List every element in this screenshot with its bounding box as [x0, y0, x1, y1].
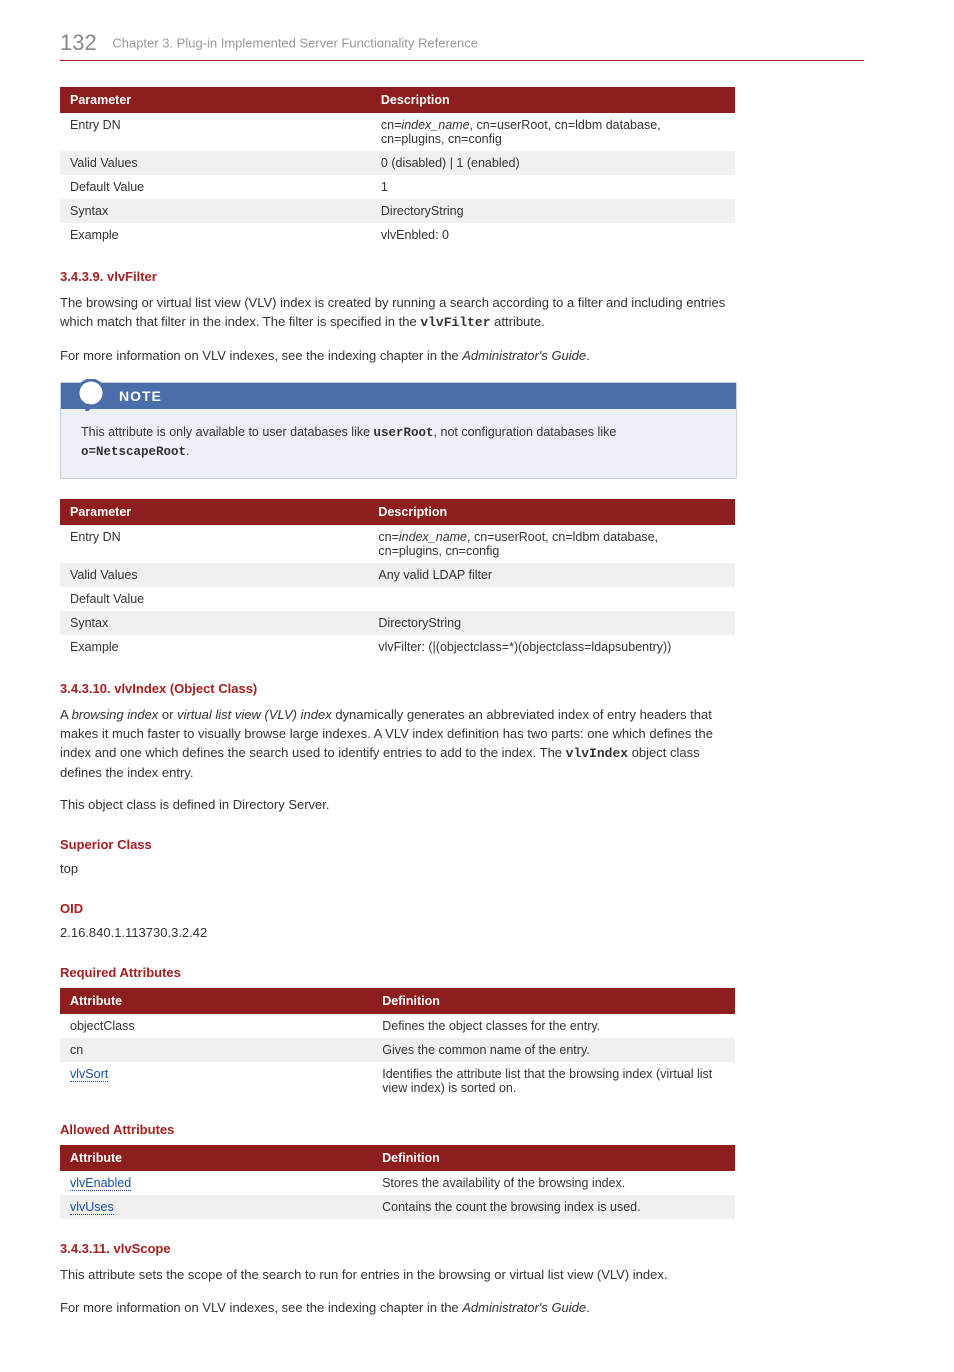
- heading-allowed-attributes: Allowed Attributes: [60, 1122, 864, 1137]
- section-heading-vlvscope: 3.4.3.11. vlvScope: [60, 1241, 864, 1256]
- heading-required-attributes: Required Attributes: [60, 965, 864, 980]
- paragraph: For more information on VLV indexes, see…: [60, 347, 735, 366]
- value-oid: 2.16.840.1.113730.3.2.42: [60, 924, 735, 943]
- cell-param: Example: [60, 635, 368, 659]
- th-attribute: Attribute: [60, 1145, 372, 1171]
- th-definition: Definition: [372, 988, 735, 1014]
- table-row: vlvEnabled Stores the availability of th…: [60, 1171, 735, 1195]
- cell-desc: vlvEnbled: 0: [371, 223, 735, 247]
- cell-desc: 0 (disabled) | 1 (enabled): [371, 151, 735, 175]
- parameter-table-vlvenabled: Parameter Description Entry DN cn=index_…: [60, 87, 735, 247]
- cell-attribute: vlvSort: [60, 1062, 372, 1100]
- cell-param: Entry DN: [60, 525, 368, 563]
- cell-attribute: vlvUses: [60, 1195, 372, 1219]
- cell-desc: 1: [371, 175, 735, 199]
- th-description: Description: [368, 499, 735, 525]
- paragraph: A browsing index or virtual list view (V…: [60, 706, 735, 782]
- heading-oid: OID: [60, 901, 864, 916]
- table-row: cn Gives the common name of the entry.: [60, 1038, 735, 1062]
- cell-desc: cn=index_name, cn=userRoot, cn=ldbm data…: [371, 113, 735, 151]
- cell-attribute: cn: [60, 1038, 372, 1062]
- table-row: Example vlvEnbled: 0: [60, 223, 735, 247]
- table-row: vlvSort Identifies the attribute list th…: [60, 1062, 735, 1100]
- table-row: Valid Values 0 (disabled) | 1 (enabled): [60, 151, 735, 175]
- required-attributes-table: Attribute Definition objectClass Defines…: [60, 988, 735, 1100]
- cell-definition: Contains the count the browsing index is…: [372, 1195, 735, 1219]
- table-row: objectClass Defines the object classes f…: [60, 1014, 735, 1038]
- cell-desc: Any valid LDAP filter: [368, 563, 735, 587]
- th-description: Description: [371, 87, 735, 113]
- cell-param: Example: [60, 223, 371, 247]
- th-definition: Definition: [372, 1145, 735, 1171]
- cell-param: Entry DN: [60, 113, 371, 151]
- table-row: Syntax DirectoryString: [60, 611, 735, 635]
- cell-desc: [368, 587, 735, 611]
- note-title-bar: NOTE: [61, 383, 736, 409]
- table-row: Default Value 1: [60, 175, 735, 199]
- th-parameter: Parameter: [60, 87, 371, 113]
- heading-superior-class: Superior Class: [60, 837, 864, 852]
- cell-param: Syntax: [60, 611, 368, 635]
- cell-param: Default Value: [60, 175, 371, 199]
- parameter-table-vlvfilter: Parameter Description Entry DN cn=index_…: [60, 499, 735, 659]
- table-row: Example vlvFilter: (|(objectclass=*)(obj…: [60, 635, 735, 659]
- page-number: 132: [60, 30, 97, 55]
- cell-param: Valid Values: [60, 151, 371, 175]
- section-heading-vlvfilter: 3.4.3.9. vlvFilter: [60, 269, 864, 284]
- paragraph: The browsing or virtual list view (VLV) …: [60, 294, 735, 333]
- table-row: vlvUses Contains the count the browsing …: [60, 1195, 735, 1219]
- table-row: Entry DN cn=index_name, cn=userRoot, cn=…: [60, 525, 735, 563]
- link-vlvuses[interactable]: vlvUses: [70, 1200, 114, 1215]
- link-vlvsort[interactable]: vlvSort: [70, 1067, 108, 1082]
- cell-desc: cn=index_name, cn=userRoot, cn=ldbm data…: [368, 525, 735, 563]
- cell-definition: Defines the object classes for the entry…: [372, 1014, 735, 1038]
- table-row: Entry DN cn=index_name, cn=userRoot, cn=…: [60, 113, 735, 151]
- cell-definition: Gives the common name of the entry.: [372, 1038, 735, 1062]
- table-row: Syntax DirectoryString: [60, 199, 735, 223]
- table-row: Default Value: [60, 587, 735, 611]
- th-attribute: Attribute: [60, 988, 372, 1014]
- cell-param: Syntax: [60, 199, 371, 223]
- cell-desc: DirectoryString: [371, 199, 735, 223]
- cell-desc: vlvFilter: (|(objectclass=*)(objectclass…: [368, 635, 735, 659]
- allowed-attributes-table: Attribute Definition vlvEnabled Stores t…: [60, 1145, 735, 1219]
- link-vlvenabled[interactable]: vlvEnabled: [70, 1176, 131, 1191]
- section-heading-vlvindex: 3.4.3.10. vlvIndex (Object Class): [60, 681, 864, 696]
- note-callout: NOTE This attribute is only available to…: [60, 382, 737, 480]
- page-header: 132 Chapter 3. Plug-in Implemented Serve…: [60, 30, 864, 61]
- value-superior-class: top: [60, 860, 735, 879]
- page-container: 132 Chapter 3. Plug-in Implemented Serve…: [0, 0, 954, 1372]
- cell-attribute: objectClass: [60, 1014, 372, 1038]
- cell-attribute: vlvEnabled: [60, 1171, 372, 1195]
- note-icon: [71, 379, 111, 411]
- cell-param: Valid Values: [60, 563, 368, 587]
- cell-param: Default Value: [60, 587, 368, 611]
- note-title: NOTE: [119, 388, 162, 404]
- paragraph: This object class is defined in Director…: [60, 796, 735, 815]
- table-row: Valid Values Any valid LDAP filter: [60, 563, 735, 587]
- paragraph: For more information on VLV indexes, see…: [60, 1299, 735, 1318]
- cell-definition: Identifies the attribute list that the b…: [372, 1062, 735, 1100]
- cell-desc: DirectoryString: [368, 611, 735, 635]
- paragraph: This attribute sets the scope of the sea…: [60, 1266, 735, 1285]
- th-parameter: Parameter: [60, 499, 368, 525]
- note-body: This attribute is only available to user…: [61, 409, 736, 479]
- cell-definition: Stores the availability of the browsing …: [372, 1171, 735, 1195]
- chapter-title: Chapter 3. Plug-in Implemented Server Fu…: [112, 36, 478, 51]
